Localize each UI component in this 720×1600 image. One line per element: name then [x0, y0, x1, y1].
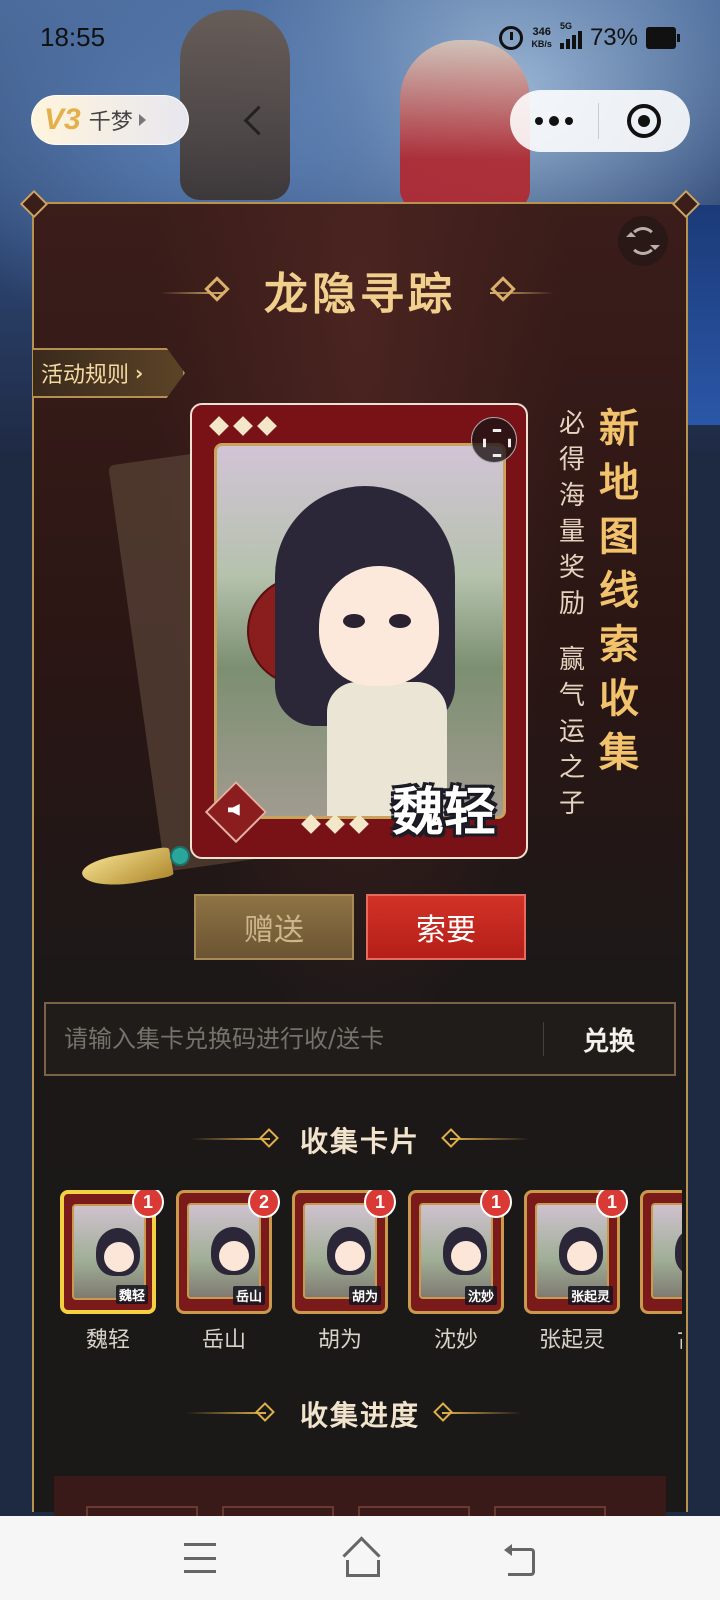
net-speed-value: 346 — [532, 26, 551, 38]
chevron-right-icon — [138, 114, 146, 126]
card-thumbnail — [640, 1190, 682, 1314]
target-icon — [627, 104, 661, 138]
card-count-badge: 2 — [248, 1190, 280, 1218]
refresh-icon — [626, 227, 660, 255]
card-name: 古 — [640, 1322, 682, 1354]
card-name: 沈妙 — [433, 1328, 478, 1353]
status-time: 18:55 — [40, 22, 106, 52]
more-button[interactable] — [510, 90, 598, 152]
character-eye — [389, 614, 411, 628]
net-speed-unit: KB/s — [531, 39, 552, 49]
section-ornament-right — [450, 1138, 530, 1140]
redeem-button[interactable]: 兑换 — [544, 1021, 674, 1058]
redeem-code-box: 兑换 — [44, 1002, 676, 1076]
rules-button[interactable]: 活动规则 › — [33, 348, 185, 398]
card-count-badge: 1 — [480, 1190, 512, 1218]
tassel-ornament — [80, 840, 192, 900]
collect-card[interactable]: 魏轻 1 魏轻 — [60, 1190, 164, 1354]
back-button[interactable] — [240, 104, 270, 138]
card-thumb-label: 胡为 — [348, 1286, 381, 1305]
card-name: 胡为 — [317, 1328, 362, 1353]
request-button[interactable]: 索要 — [366, 894, 526, 960]
arrow-right-icon: › — [135, 361, 144, 385]
event-title: 龙隐寻踪 — [264, 269, 456, 320]
network-type: 5G — [559, 21, 572, 31]
menu-icon[interactable] — [184, 1543, 216, 1573]
section-ornament-right — [442, 1412, 522, 1414]
vip-badge[interactable]: V3 千梦 — [31, 95, 189, 145]
card-count-badge: 1 — [132, 1190, 164, 1218]
vip-level: V3 — [44, 103, 81, 136]
collect-card[interactable]: 胡为 1 胡为 — [292, 1190, 396, 1354]
alarm-icon — [499, 26, 524, 50]
system-nav-bar — [0, 1516, 720, 1600]
fullscreen-icon[interactable] — [471, 417, 517, 463]
progress-slot — [222, 1506, 334, 1516]
card-artwork — [214, 443, 506, 819]
signal-icon: 5G — [559, 21, 582, 49]
rarity-diamond-icon — [257, 416, 277, 436]
card-thumb-label: 岳山 — [232, 1286, 265, 1305]
card-name: 岳山 — [201, 1328, 246, 1353]
collect-card[interactable]: 古 — [640, 1190, 682, 1354]
rarity-diamond-icon — [233, 416, 253, 436]
collect-card[interactable]: 沈妙 1 沈妙 — [408, 1190, 512, 1354]
card-count-badge: 1 — [364, 1190, 396, 1218]
battery-percent: 73% — [589, 24, 638, 51]
redeem-code-input[interactable] — [46, 1004, 543, 1074]
slogan-sub-2: 赢 气 运 之 子 — [558, 645, 585, 819]
card-name: 魏轻 — [85, 1328, 130, 1353]
network-speed: 346 KB/s — [531, 26, 552, 50]
gift-button[interactable]: 赠送 — [194, 894, 354, 960]
status-bar: 18:55 346 KB/s 5G 73% — [0, 0, 720, 78]
progress-slot — [86, 1506, 198, 1516]
close-mini-program-button[interactable] — [599, 90, 689, 152]
card-thumb-label: 张起灵 — [567, 1286, 613, 1305]
slogan-main: 新 地 图 线 索 收 集 — [599, 405, 639, 776]
card-thumb-label: 魏轻 — [115, 1285, 148, 1304]
collect-card-list[interactable]: 魏轻 1 魏轻 岳山 2 岳山 胡为 1 胡为 沈妙 1 沈妙 张起灵 1 张起… — [58, 1190, 682, 1360]
collect-section-title: 收集卡片 — [299, 1125, 420, 1158]
featured-card-name: 魏轻 — [391, 782, 496, 843]
slogan-sub-1: 必 得 海 量 奖 励 — [558, 409, 585, 619]
progress-slot — [358, 1506, 470, 1516]
mini-program-capsule — [510, 90, 690, 152]
collect-card[interactable]: 岳山 2 岳山 — [176, 1190, 280, 1354]
card-name: 张起灵 — [538, 1328, 605, 1353]
status-icons: 346 KB/s 5G 73% — [499, 21, 680, 52]
card-thumb-label: 沈妙 — [464, 1286, 497, 1305]
progress-slot — [494, 1506, 606, 1516]
character-eye — [343, 614, 365, 628]
character-face — [319, 566, 439, 686]
back-icon[interactable] — [504, 1542, 536, 1576]
progress-section-title: 收集进度 — [299, 1399, 420, 1432]
rules-label: 活动规则 — [41, 363, 130, 388]
battery-icon — [646, 27, 680, 49]
rarity-diamond-icon — [209, 416, 229, 436]
user-name: 千梦 — [88, 110, 133, 135]
card-count-badge: 1 — [596, 1190, 628, 1218]
home-icon[interactable] — [340, 1538, 380, 1578]
collect-card[interactable]: 张起灵 1 张起灵 — [524, 1190, 628, 1354]
